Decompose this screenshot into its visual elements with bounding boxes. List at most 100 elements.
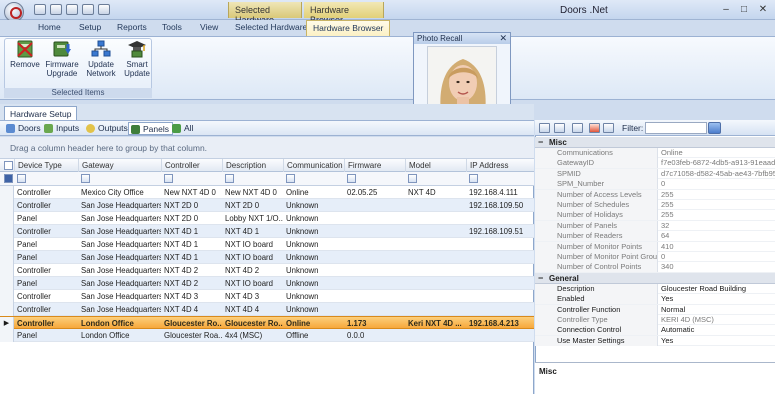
row-indicator[interactable] [0, 251, 14, 264]
property-row[interactable]: Controller Type KERI 4D (MSC) [535, 315, 775, 326]
property-value[interactable]: KERI 4D (MSC) [659, 315, 775, 325]
print-icon[interactable] [66, 4, 78, 15]
table-row[interactable]: Panel San Jose Headquarters NXT 4D 1 NXT IO… [0, 251, 534, 264]
table-row[interactable]: Panel San Jose Headquarters NXT 4D 2 NXT IO… [0, 277, 534, 290]
filter-controller[interactable] [164, 174, 173, 183]
close-button[interactable]: ✕ [755, 3, 771, 16]
cell-firmware[interactable] [344, 199, 405, 212]
column-header-description[interactable]: Description [222, 159, 283, 172]
cell-gateway[interactable]: San Jose Headquarters [78, 303, 161, 316]
table-row[interactable]: Panel San Jose Headquarters NXT 4D 1 NXT IO… [0, 238, 534, 251]
cell-device-type[interactable]: Panel [14, 329, 78, 342]
cell-communication[interactable]: Offline [283, 329, 344, 342]
column-header-communication[interactable]: Communication [283, 159, 344, 172]
column-chooser-icon[interactable] [4, 161, 13, 170]
property-value[interactable]: 32 [659, 221, 775, 231]
cell-description[interactable]: NXT IO board [222, 251, 283, 264]
quick-access-dropdown-icon[interactable] [98, 4, 110, 15]
cell-communication[interactable]: Unknown [283, 212, 344, 225]
property-value[interactable]: 0 [659, 179, 775, 189]
tab-reports[interactable]: Reports [117, 22, 147, 36]
cell-firmware[interactable] [344, 212, 405, 225]
cell-ip-address[interactable]: 192.168.4.111 [466, 186, 534, 199]
cell-ip-address[interactable] [466, 277, 534, 290]
cell-device-type[interactable]: Controller [14, 303, 78, 316]
cell-gateway[interactable]: London Office [78, 329, 161, 342]
cell-model[interactable] [405, 251, 466, 264]
cell-description[interactable]: NXT 4D 1 [222, 225, 283, 238]
filter-description[interactable] [225, 174, 234, 183]
cell-ip-address[interactable] [466, 290, 534, 303]
column-header-gateway[interactable]: Gateway [78, 159, 161, 172]
cell-device-type[interactable]: Controller [14, 186, 78, 199]
cell-communication[interactable]: Unknown [283, 277, 344, 290]
property-value[interactable]: 255 [659, 200, 775, 210]
property-row[interactable]: Enabled Yes [535, 294, 775, 305]
cell-firmware[interactable] [344, 290, 405, 303]
cell-model[interactable] [405, 329, 466, 342]
cell-gateway[interactable]: San Jose Headquarters [78, 290, 161, 303]
cell-description[interactable]: NXT 4D 3 [222, 290, 283, 303]
cell-device-type[interactable]: Panel [14, 238, 78, 251]
property-category-misc[interactable]: Misc [535, 137, 775, 148]
row-indicator[interactable] [0, 264, 14, 277]
cell-communication[interactable]: Unknown [283, 225, 344, 238]
cell-model[interactable] [405, 277, 466, 290]
cell-description[interactable]: NXT IO board [222, 277, 283, 290]
cell-gateway[interactable]: Mexico City Office [78, 186, 161, 199]
property-value[interactable]: 255 [659, 210, 775, 220]
property-value[interactable]: 340 [659, 262, 775, 272]
property-value[interactable]: d7c71058-d582-45ab-ae43-7bfb95f70a... [659, 169, 775, 179]
cell-model[interactable]: NXT 4D [405, 186, 466, 199]
row-indicator[interactable] [0, 186, 14, 199]
tab-tools[interactable]: Tools [162, 22, 182, 36]
cell-device-type[interactable]: Panel [14, 251, 78, 264]
app-menu-button[interactable] [4, 2, 24, 22]
property-category-general[interactable]: General [535, 272, 775, 284]
cell-controller[interactable]: NXT 2D 0 [161, 212, 222, 225]
property-value[interactable]: Yes [659, 294, 775, 304]
smart-update-button[interactable]: Smart Update [119, 40, 155, 78]
table-row[interactable]: Controller San Jose Headquarters NXT 4D 3N… [0, 290, 534, 303]
property-row[interactable]: Number of Readers 64 [535, 231, 775, 242]
cell-communication[interactable]: Unknown [283, 238, 344, 251]
property-row[interactable]: Number of Monitor Point Groups 0 [535, 252, 775, 263]
cell-ip-address[interactable]: 192.168.109.50 [466, 199, 534, 212]
events-icon[interactable] [589, 123, 600, 133]
cell-controller[interactable]: New NXT 4D 0 [161, 186, 222, 199]
property-row[interactable]: SPMIDd7c71058-d582-45ab-ae43-7bfb95f70a.… [535, 168, 775, 180]
cell-model[interactable] [405, 212, 466, 225]
cell-controller[interactable]: NXT 4D 1 [161, 238, 222, 251]
cell-model[interactable] [405, 225, 466, 238]
tab-hardware-browser[interactable]: Hardware Browser [306, 20, 391, 37]
cell-controller[interactable]: NXT 4D 2 [161, 277, 222, 290]
table-row[interactable]: ▶ Controller London Office Gloucester Ro...… [0, 316, 534, 330]
filter-device-type[interactable] [17, 174, 26, 183]
cell-device-type[interactable]: Panel [14, 277, 78, 290]
cell-ip-address[interactable] [466, 264, 534, 277]
clear-filter-icon[interactable] [4, 174, 13, 183]
cell-ip-address[interactable] [466, 329, 534, 342]
maximize-button[interactable]: □ [736, 3, 752, 16]
subtab-panels[interactable]: Panels [128, 122, 173, 135]
cell-controller[interactable]: NXT 2D 0 [161, 199, 222, 212]
cell-firmware[interactable] [344, 303, 405, 316]
tab-setup[interactable]: Setup [79, 22, 101, 36]
table-row[interactable]: Panel San Jose Headquarters NXT 2D 0 Lobby … [0, 212, 534, 225]
show-properties-icon[interactable] [572, 123, 583, 133]
property-value[interactable]: 410 [659, 242, 775, 252]
cell-model[interactable] [405, 290, 466, 303]
cell-communication[interactable]: Unknown [283, 199, 344, 212]
property-row[interactable]: GatewayIDf7e03feb-6872-4db5-a913-91eaadf… [535, 158, 775, 169]
firmware-upgrade-button[interactable]: Firmware Upgrade [44, 40, 80, 78]
cell-firmware[interactable] [344, 264, 405, 277]
cell-description[interactable]: NXT 4D 2 [222, 264, 283, 277]
table-row[interactable]: Controller San Jose Headquarters NXT 2D 0N… [0, 199, 534, 212]
cell-firmware[interactable] [344, 277, 405, 290]
row-indicator[interactable] [0, 303, 14, 316]
row-indicator[interactable] [0, 277, 14, 290]
cell-description[interactable]: NXT 4D 4 [222, 303, 283, 316]
update-network-button[interactable]: Update Network [83, 40, 119, 78]
property-row[interactable]: Communications Online [535, 148, 775, 159]
cell-gateway[interactable]: San Jose Headquarters [78, 251, 161, 264]
